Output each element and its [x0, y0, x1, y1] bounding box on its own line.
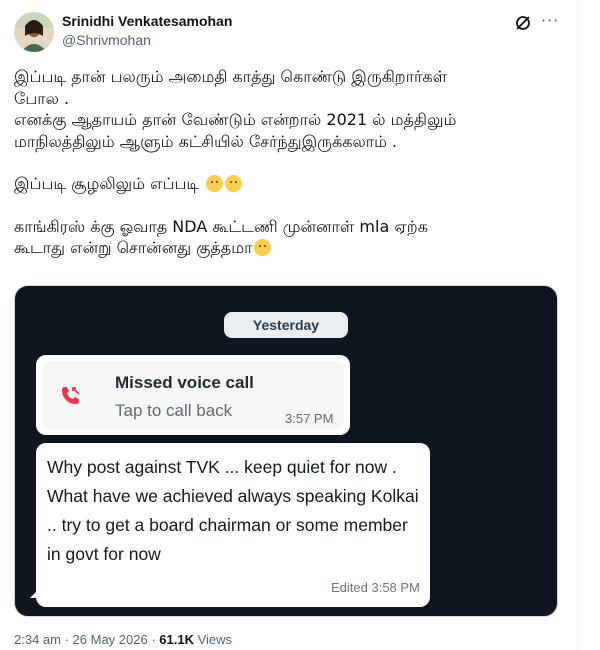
missed-call-card[interactable]: Missed voice call Tap to call back 3:57 …	[42, 361, 344, 429]
grok-icon[interactable]	[514, 14, 532, 32]
tweet-line-with-emoji: இப்படி சூழலிலும் எப்படி	[14, 173, 562, 195]
tweet-line: எனக்கு ஆதாயம் தான் வேண்டும் என்றால் 2021…	[14, 110, 457, 129]
avatar-image	[14, 12, 54, 52]
author-handle[interactable]: @Shrivmohan	[62, 32, 151, 48]
tweet-text: இப்படி தான் பலரும் அமைதி காத்து கொண்டு இ…	[14, 66, 562, 259]
author-display-name[interactable]: Srinidhi Venkatesamohan	[62, 13, 232, 29]
tweet-line: கூடாது என்று சொன்னது குத்தமா	[14, 238, 253, 257]
profile-avatar[interactable]	[14, 12, 54, 52]
timeline-divider	[577, 0, 578, 650]
tweet-line: இப்படி சூழலிலும் எப்படி	[14, 174, 200, 193]
missed-call-icon	[62, 387, 80, 404]
tweet-line: போல .	[14, 88, 70, 108]
call-time: 3:57 PM	[285, 411, 334, 426]
tweet-line: காங்கிரஸ் க்கு ஓவாத NDA கூட்டணி முன்னாள்…	[14, 216, 428, 236]
message-meta: Edited 3:58 PM	[331, 580, 420, 595]
call-subtitle: Tap to call back	[115, 401, 233, 420]
tweet-footer: 2:34 am · 26 May 2026 · 61.1K Views	[14, 632, 232, 647]
tweet-line-with-emoji: கூடாது என்று சொன்னது குத்தமா	[14, 237, 562, 259]
post-time[interactable]: 2:34 am	[14, 632, 61, 647]
tweet-header: Srinidhi Venkatesamohan @Shrivmohan ···	[14, 10, 564, 54]
footer-separator: ·	[60, 632, 73, 647]
message-bubble: Why post against TVK ... keep quiet for …	[36, 443, 430, 607]
missed-call-bubble: Missed voice call Tap to call back 3:57 …	[36, 355, 350, 435]
sad-face-emoji-icon	[225, 175, 243, 192]
attached-screenshot[interactable]: Yesterday Missed voice call Tap to call …	[14, 285, 558, 617]
tweet-line: மாநிலத்திலும் ஆளும் கட்சியில் சேர்ந்துஇர…	[14, 131, 398, 151]
sad-face-emoji-icon	[254, 239, 272, 256]
message-text: Why post against TVK ... keep quiet for …	[47, 457, 419, 564]
call-title: Missed voice call	[115, 373, 254, 392]
tweet-line: இப்படி தான் பலரும் அமைதி காத்து கொண்டு இ…	[14, 67, 448, 86]
more-options-icon[interactable]: ···	[541, 12, 561, 32]
post-date[interactable]: 26 May 2026	[73, 632, 148, 647]
footer-separator: ·	[147, 632, 160, 647]
views-label: Views	[193, 632, 233, 647]
date-pill: Yesterday	[224, 312, 348, 338]
views-count: 61.1K	[159, 632, 194, 647]
worried-face-emoji-icon	[206, 175, 224, 192]
